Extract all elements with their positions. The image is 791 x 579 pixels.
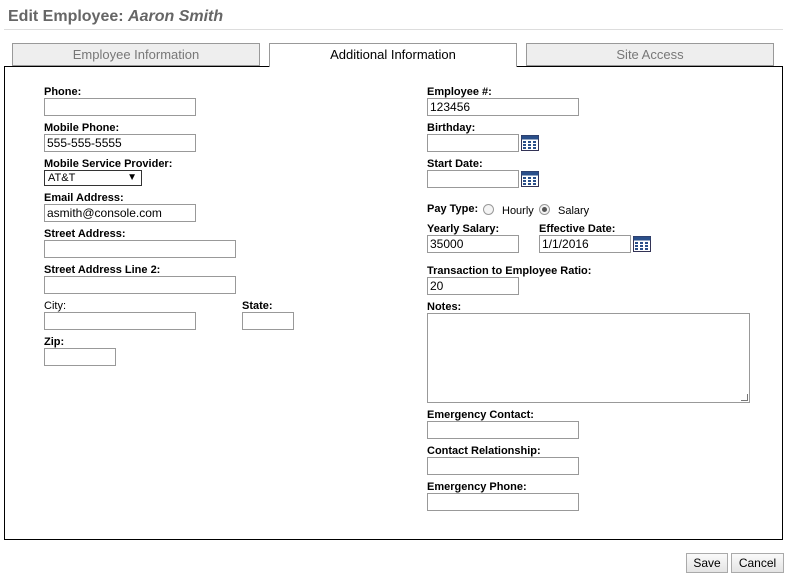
city-input[interactable] [44, 312, 196, 330]
street-address-label: Street Address: [44, 228, 126, 240]
state-input[interactable] [242, 312, 294, 330]
employee-name: Aaron Smith [128, 8, 224, 25]
yearly-salary-input[interactable] [427, 235, 519, 253]
save-button[interactable]: Save [686, 553, 728, 573]
street-address-2-label: Street Address Line 2: [44, 264, 161, 276]
pay-type-label: Pay Type: [427, 203, 479, 215]
title-divider [4, 29, 783, 30]
tab-employee-information[interactable]: Employee Information [12, 43, 260, 66]
page-title-prefix: Edit Employee: [8, 8, 124, 25]
email-label: Email Address: [44, 192, 124, 204]
calendar-icon[interactable] [633, 236, 651, 252]
effective-date-input[interactable] [539, 235, 631, 253]
pay-type-salary-radio[interactable] [539, 204, 550, 215]
notes-textarea[interactable] [427, 313, 750, 403]
pay-type-hourly-label: Hourly [502, 205, 534, 217]
transaction-ratio-input[interactable] [427, 277, 519, 295]
contact-relationship-input[interactable] [427, 457, 579, 475]
emergency-phone-label: Emergency Phone: [427, 481, 527, 493]
contact-relationship-label: Contact Relationship: [427, 445, 541, 457]
tab-site-access[interactable]: Site Access [526, 43, 774, 66]
zip-input[interactable] [44, 348, 116, 366]
mobile-phone-label: Mobile Phone: [44, 122, 120, 134]
birthday-label: Birthday: [427, 122, 476, 134]
calendar-icon[interactable] [521, 171, 539, 187]
email-input[interactable] [44, 204, 196, 222]
street-address-2-input[interactable] [44, 276, 236, 294]
yearly-salary-label: Yearly Salary: [427, 223, 500, 235]
zip-label: Zip: [44, 336, 65, 348]
mobile-provider-label: Mobile Service Provider: [44, 158, 173, 170]
phone-label: Phone: [44, 86, 82, 98]
street-address-input[interactable] [44, 240, 236, 258]
pay-type-hourly-radio[interactable] [483, 204, 494, 215]
phone-input[interactable] [44, 98, 196, 116]
transaction-ratio-label: Transaction to Employee Ratio: [427, 265, 592, 277]
mobile-provider-value: AT&T [48, 172, 76, 184]
start-date-input[interactable] [427, 170, 519, 188]
city-label: City: [44, 300, 66, 312]
emergency-contact-label: Emergency Contact: [427, 409, 534, 421]
start-date-label: Start Date: [427, 158, 483, 170]
page-title: Edit Employee: Aaron Smith [8, 8, 223, 26]
resize-handle-icon[interactable] [741, 394, 748, 401]
chevron-down-icon: ▼ [127, 172, 137, 183]
emergency-phone-input[interactable] [427, 493, 579, 511]
effective-date-label: Effective Date: [539, 223, 616, 235]
pay-type-salary-label: Salary [558, 205, 590, 217]
mobile-phone-input[interactable] [44, 134, 196, 152]
birthday-input[interactable] [427, 134, 519, 152]
notes-label: Notes: [427, 301, 462, 313]
cancel-button[interactable]: Cancel [731, 553, 784, 573]
calendar-icon[interactable] [521, 135, 539, 151]
tab-additional-information[interactable]: Additional Information [269, 43, 517, 67]
emergency-contact-input[interactable] [427, 421, 579, 439]
mobile-provider-select[interactable]: AT&T ▼ [44, 170, 142, 186]
employee-number-label: Employee #: [427, 86, 492, 98]
employee-number-input[interactable] [427, 98, 579, 116]
state-label: State: [242, 300, 273, 312]
